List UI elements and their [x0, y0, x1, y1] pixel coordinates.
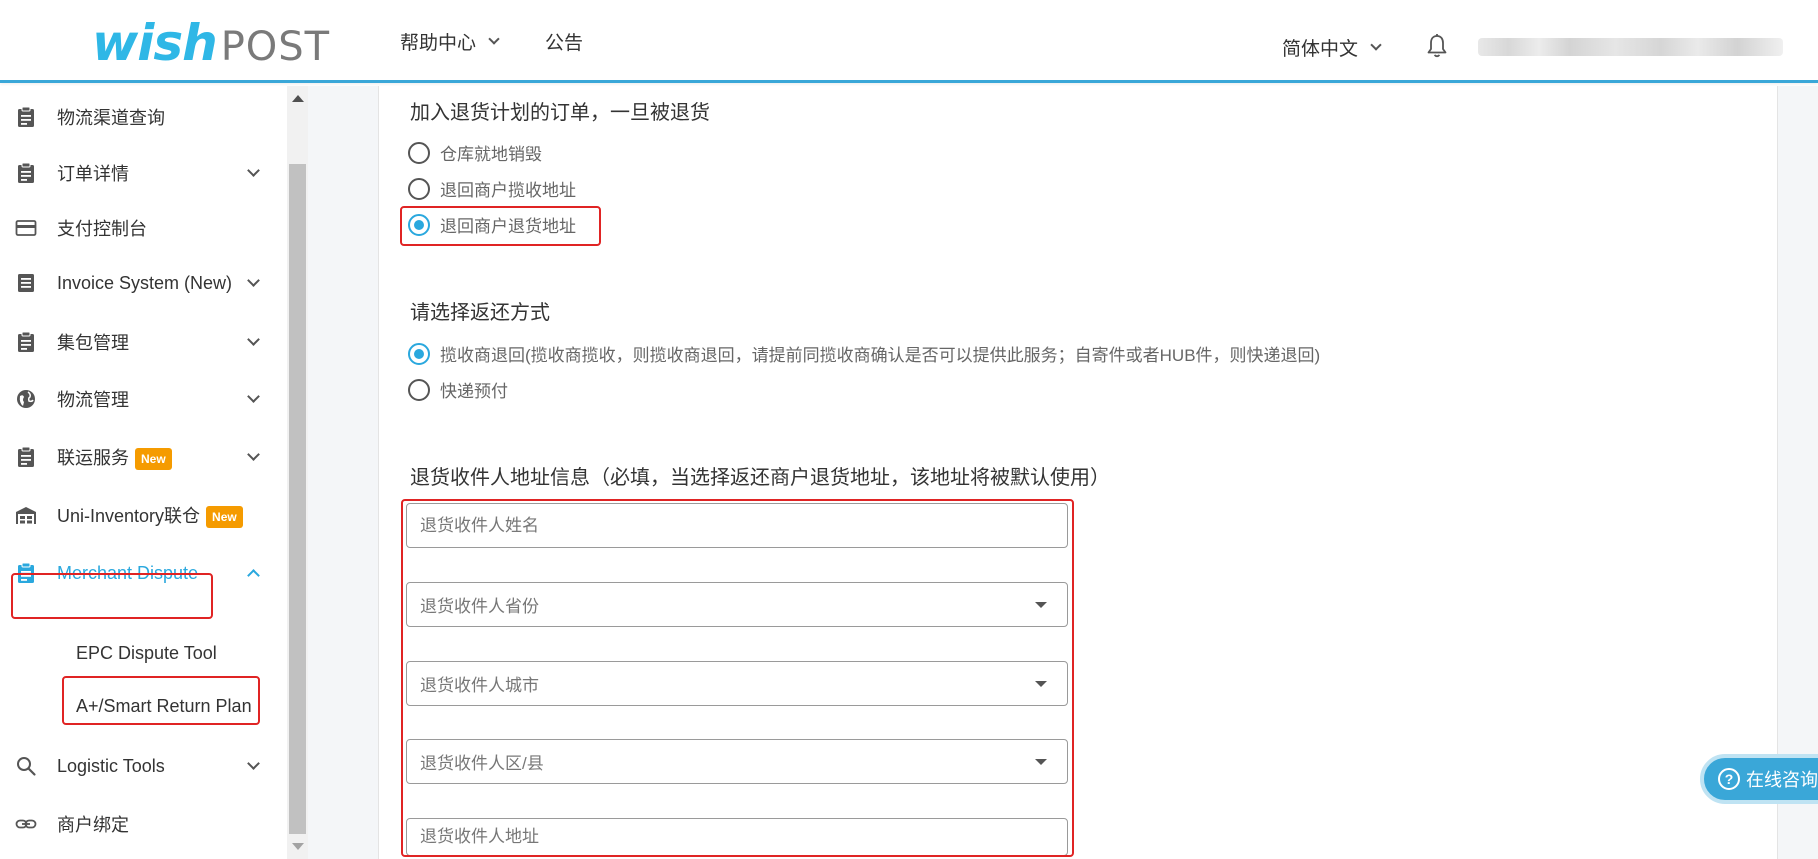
globe-icon	[17, 390, 35, 408]
province-placeholder: 退货收件人省份	[420, 597, 539, 616]
sidebar-item-merchant-binding[interactable]: 商户绑定	[0, 799, 287, 849]
sidebar-item-logistic-tools[interactable]: Logistic Tools	[0, 741, 287, 791]
radio-label: 快递预付	[440, 382, 508, 401]
sidebar-item-label: Invoice System (New)	[57, 272, 233, 293]
dropdown-arrow-icon	[1035, 602, 1047, 608]
recipient-name-input[interactable]	[420, 515, 1020, 536]
recipient-district-select[interactable]: 退货收件人区/县	[406, 739, 1068, 784]
radio-label: 退回商户揽收地址	[440, 181, 576, 200]
search-icon	[17, 757, 36, 776]
recipient-province-select[interactable]: 退货收件人省份	[406, 582, 1068, 627]
sidebar-item-label: 集包管理	[57, 333, 129, 353]
new-badge: New	[135, 448, 172, 471]
sidebar-item-label: Logistic Tools	[57, 755, 165, 776]
logo-post-text: POST	[220, 24, 331, 70]
scroll-up-arrow-icon[interactable]	[292, 95, 304, 102]
warehouse-icon	[16, 507, 36, 524]
sidebar-item-order-details[interactable]: 订单详情	[0, 148, 287, 198]
chevron-down-icon	[247, 390, 260, 403]
recipient-address-input[interactable]	[420, 827, 1020, 847]
sidebar-item-label: 联运服务 New	[57, 444, 172, 471]
clipboard-icon	[18, 562, 34, 583]
section-recipient-address-title: 退货收件人地址信息（必填，当选择返还商户退货地址，该地址将被默认使用）	[410, 467, 1110, 489]
help-center-menu[interactable]: 帮助中心	[400, 28, 500, 55]
wishpost-logo[interactable]: wish POST	[92, 14, 330, 72]
sidebar-item-label: 物流渠道查询	[57, 108, 165, 128]
new-badge: New	[206, 506, 243, 529]
sidebar-subitem-epc-dispute-tool[interactable]: EPC Dispute Tool	[76, 643, 217, 664]
link-icon	[15, 819, 37, 829]
clipboard-icon	[18, 162, 34, 183]
radio-return-merchant-return-address[interactable]: 退回商户退货地址	[408, 212, 576, 237]
radio-circle	[408, 177, 430, 200]
sidebar-item-label: 商户绑定	[57, 815, 129, 835]
recipient-city-select[interactable]: 退货收件人城市	[406, 661, 1068, 706]
radio-circle	[408, 378, 430, 401]
radio-warehouse-destroy[interactable]: 仓库就地销毁	[408, 140, 542, 165]
sidebar-item-uni-inventory[interactable]: Uni-Inventory联仓 New	[0, 490, 287, 540]
section-return-handling-title: 加入退货计划的订单，一旦被退货	[410, 102, 710, 124]
clipboard-icon	[18, 106, 34, 127]
sidebar-item-label: 订单详情	[57, 164, 129, 184]
recipient-address-field[interactable]	[406, 818, 1068, 856]
sidebar-item-payment-console[interactable]: 支付控制台	[0, 203, 287, 253]
question-icon: ?	[1718, 768, 1740, 790]
sidebar-item-label: 物流管理	[57, 390, 129, 410]
chevron-down-icon	[1370, 38, 1382, 51]
chevron-down-icon	[247, 333, 260, 346]
scroll-down-arrow-icon[interactable]	[292, 843, 304, 850]
sidebar-item-text: 联运服务	[57, 447, 129, 468]
credit-card-icon	[15, 220, 37, 236]
logo-wish-text: wish	[92, 14, 218, 72]
chevron-down-icon	[247, 274, 260, 287]
help-center-label: 帮助中心	[400, 33, 477, 54]
sidebar-subitem-smart-return-plan[interactable]: A+/Smart Return Plan	[76, 696, 252, 717]
document-icon	[18, 274, 34, 292]
radio-label: 揽收商退回(揽收商揽收，则揽收商退回，请提前同揽收商确认是否可以提供此服务；自寄…	[440, 346, 1321, 365]
clipboard-icon	[18, 331, 34, 352]
radio-label: 退回商户退货地址	[440, 217, 576, 236]
sidebar-nav: 物流渠道查询 订单详情 支付控制台 Invoice System (New) 集…	[0, 86, 287, 859]
language-selector[interactable]: 简体中文	[1282, 34, 1382, 61]
sidebar-item-invoice-system[interactable]: Invoice System (New)	[0, 258, 287, 308]
sidebar-item-consolidation[interactable]: 集包管理	[0, 317, 287, 367]
scroll-thumb[interactable]	[289, 164, 306, 834]
radio-label: 仓库就地销毁	[440, 145, 542, 164]
clipboard-icon	[18, 446, 34, 467]
notice-label: 公告	[545, 33, 584, 54]
bell-icon[interactable]	[1426, 33, 1448, 59]
sidebar-item-intermodal-service[interactable]: 联运服务 New	[0, 432, 287, 482]
sidebar-item-label: Merchant Dispute	[57, 562, 199, 583]
sidebar-item-merchant-dispute[interactable]: Merchant Dispute	[0, 548, 287, 598]
radio-circle-checked	[408, 213, 430, 236]
chevron-down-icon	[247, 164, 260, 177]
dropdown-arrow-icon	[1035, 681, 1047, 687]
sidebar-item-label: 支付控制台	[57, 219, 147, 239]
dropdown-arrow-icon	[1035, 759, 1047, 765]
radio-express-prepaid[interactable]: 快递预付	[408, 377, 508, 402]
user-account-blurred[interactable]	[1478, 38, 1783, 56]
sidebar-item-text: Uni-Inventory联仓	[57, 505, 201, 526]
radio-return-pickup-address[interactable]: 退回商户揽收地址	[408, 176, 576, 201]
city-placeholder: 退货收件人城市	[420, 676, 539, 695]
online-consult-label: 在线咨询	[1746, 770, 1818, 790]
language-label: 简体中文	[1282, 39, 1359, 60]
top-header: wish POST 帮助中心 公告 简体中文	[0, 0, 1818, 83]
sidebar-item-label: Uni-Inventory联仓 New	[57, 502, 243, 529]
chevron-down-icon	[488, 32, 500, 45]
section-return-method-title: 请选择返还方式	[410, 302, 550, 324]
recipient-name-field[interactable]	[406, 503, 1068, 548]
chevron-down-icon	[247, 448, 260, 461]
district-placeholder: 退货收件人区/县	[420, 754, 544, 773]
sidebar-scrollbar[interactable]	[287, 86, 308, 859]
radio-circle-checked	[408, 342, 430, 365]
radio-circle	[408, 141, 430, 164]
online-consult-button[interactable]: ? 在线咨询	[1700, 754, 1818, 804]
sidebar-item-logistics-management[interactable]: 物流管理	[0, 374, 287, 424]
chevron-up-icon	[247, 569, 260, 582]
notice-link[interactable]: 公告	[545, 28, 583, 55]
sidebar-item-logistics-channel-query[interactable]: 物流渠道查询	[0, 92, 287, 142]
chevron-down-icon	[247, 757, 260, 770]
radio-pickup-carrier-return[interactable]: 揽收商退回(揽收商揽收，则揽收商退回，请提前同揽收商确认是否可以提供此服务；自寄…	[408, 341, 1320, 366]
